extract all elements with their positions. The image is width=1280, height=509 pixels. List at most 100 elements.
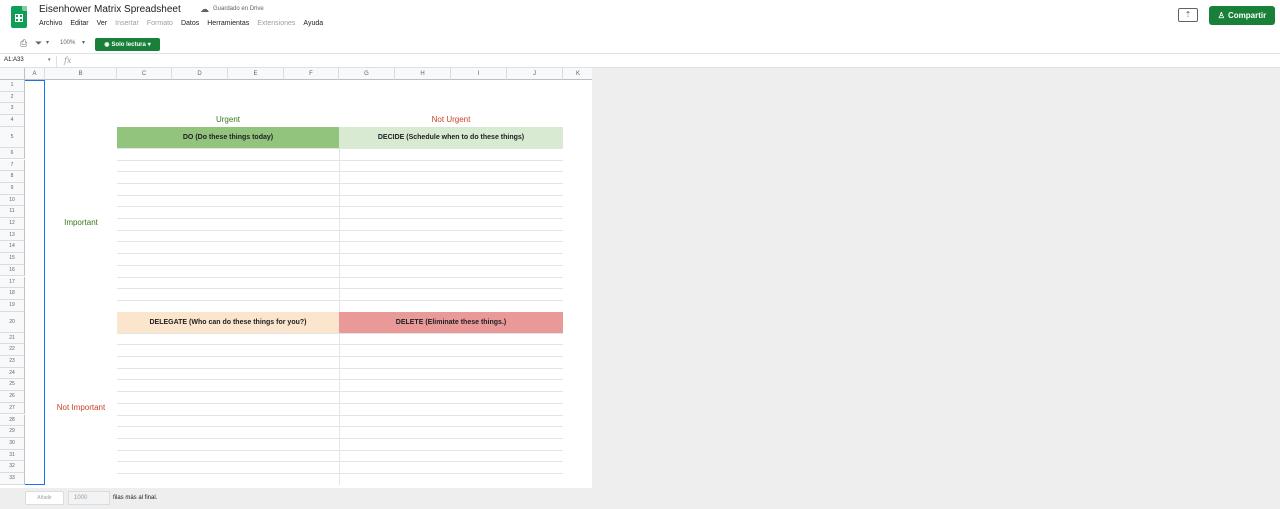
column-header-g[interactable]: G	[339, 68, 395, 80]
row-header[interactable]: 16	[0, 264, 25, 277]
menu-item-herramientas[interactable]: Herramientas	[207, 20, 249, 30]
menu-item-insertar[interactable]: Insertar	[115, 20, 139, 30]
row-header[interactable]: 21	[0, 332, 25, 345]
sheets-logo-icon[interactable]	[11, 6, 27, 28]
menu-item-formato[interactable]: Formato	[147, 20, 173, 30]
gridline	[117, 461, 563, 463]
rows-count-input[interactable]: 1000	[68, 491, 110, 505]
row-header[interactable]: 8	[0, 171, 25, 183]
gridline	[117, 367, 563, 369]
rows-suffix-label: filas más al final.	[113, 495, 158, 501]
row-header[interactable]: 1	[0, 80, 25, 92]
divider	[56, 56, 57, 67]
share-button[interactable]: ♙ Compartir	[1209, 6, 1275, 25]
row-header[interactable]: 14	[0, 241, 25, 254]
fx-icon: fx	[64, 56, 72, 65]
gridline	[117, 356, 563, 357]
gridline	[117, 473, 563, 474]
gridline	[117, 276, 563, 278]
menu-item-ver[interactable]: Ver	[97, 20, 108, 30]
menu-item-extensiones[interactable]: Extensiones	[257, 20, 295, 30]
gridline	[117, 159, 563, 161]
name-box[interactable]: A1:A33	[4, 57, 24, 63]
select-all-corner[interactable]	[0, 68, 25, 80]
zoom-select[interactable]: 100%	[60, 40, 75, 46]
quadrant-delete-header[interactable]: DELETE (Eliminate these things.)	[339, 311, 563, 333]
row-header[interactable]: 4	[0, 115, 25, 127]
chevron-down-icon[interactable]: ▾	[82, 39, 85, 46]
column-header-e[interactable]: E	[228, 68, 284, 80]
row-header[interactable]: 12	[0, 218, 25, 230]
row-header[interactable]: 9	[0, 182, 25, 195]
row-header[interactable]: 2	[0, 91, 25, 104]
menu-item-datos[interactable]: Datos	[181, 20, 199, 30]
row-header[interactable]: 24	[0, 367, 25, 380]
row-header[interactable]: 18	[0, 288, 25, 300]
chevron-down-icon[interactable]: ▾	[46, 39, 49, 46]
row-header[interactable]: 32	[0, 461, 25, 473]
gridline	[117, 426, 563, 428]
gridline	[117, 449, 563, 451]
eye-icon: ◉	[104, 42, 110, 48]
selection-range	[25, 80, 45, 485]
chevron-down-icon[interactable]: ▾	[48, 57, 51, 63]
menu-item-editar[interactable]: Editar	[70, 20, 88, 30]
gridline	[117, 147, 563, 149]
row-header[interactable]: 30	[0, 437, 25, 450]
row-header[interactable]: 33	[0, 473, 25, 485]
row-header[interactable]: 22	[0, 344, 25, 356]
gridline	[117, 299, 563, 301]
row-header[interactable]: 26	[0, 391, 25, 403]
row-header[interactable]: 10	[0, 194, 25, 207]
gridline	[117, 344, 563, 346]
row-header[interactable]: 31	[0, 449, 25, 462]
column-header-a[interactable]: A	[25, 68, 45, 80]
cloud-saved-icon: ☁	[200, 4, 209, 14]
column-header-k[interactable]: K	[563, 68, 592, 80]
print-icon[interactable]: ⎙	[20, 38, 27, 49]
row-header[interactable]: 23	[0, 356, 25, 368]
quadrant-delegate-header[interactable]: DELEGATE (Who can do these things for yo…	[117, 311, 339, 333]
row-header[interactable]: 20	[0, 311, 25, 333]
gridline	[117, 332, 563, 334]
row-header[interactable]: 29	[0, 426, 25, 438]
row-header[interactable]: 13	[0, 229, 25, 242]
quadrant-decide-header[interactable]: DECIDE (Schedule when to do these things…	[339, 126, 563, 148]
row-header[interactable]: 25	[0, 379, 25, 392]
add-rows-button[interactable]: Añadir	[25, 491, 64, 505]
spreadsheet-grid[interactable]: A B C D E F G H I J K 1 2 3 4 5 6 7 8 9 10 11 12 13 14 15 16 17 18 19…	[0, 68, 592, 488]
row-header[interactable]: 28	[0, 414, 25, 427]
row-header[interactable]: 11	[0, 206, 25, 218]
gridline	[117, 391, 563, 393]
row-header[interactable]: 5	[0, 126, 25, 148]
row-header[interactable]: 17	[0, 276, 25, 289]
column-header-j[interactable]: J	[507, 68, 563, 80]
row-header[interactable]: 19	[0, 299, 25, 312]
gridline	[117, 414, 563, 416]
column-header-f[interactable]: F	[284, 68, 339, 80]
gridline	[117, 288, 563, 290]
present-button[interactable]: ⇡	[1178, 8, 1198, 22]
readonly-mode-button[interactable]: ◉ Solo lectura ▾	[95, 38, 160, 51]
row-header[interactable]: 3	[0, 103, 25, 116]
row-header[interactable]: 15	[0, 253, 25, 265]
column-header-b[interactable]: B	[45, 68, 117, 80]
sheets-window: Eisenhower Matrix Spreadsheet ☁ Guardado…	[0, 0, 1280, 509]
not-important-label: Not Important	[56, 402, 106, 412]
gridline	[117, 171, 563, 173]
menu-item-archivo[interactable]: Archivo	[39, 20, 62, 30]
row-header[interactable]: 6	[0, 147, 25, 160]
column-header-i[interactable]: I	[451, 68, 507, 80]
column-header-h[interactable]: H	[395, 68, 451, 80]
row-header[interactable]: 7	[0, 159, 25, 172]
filter-icon[interactable]: ⏷	[35, 38, 42, 49]
footer-bar: Añadir 1000 filas más al final.	[0, 488, 1280, 509]
row-header[interactable]: 27	[0, 402, 25, 415]
formula-bar: A1:A33 ▾ fx	[0, 55, 1280, 68]
column-header-d[interactable]: D	[172, 68, 228, 80]
column-header-c[interactable]: C	[117, 68, 172, 80]
document-title[interactable]: Eisenhower Matrix Spreadsheet	[39, 4, 181, 15]
quadrant-do-header[interactable]: DO (Do these things today)	[117, 126, 339, 148]
gridline	[117, 218, 563, 219]
menu-item-ayuda[interactable]: Ayuda	[303, 20, 323, 30]
